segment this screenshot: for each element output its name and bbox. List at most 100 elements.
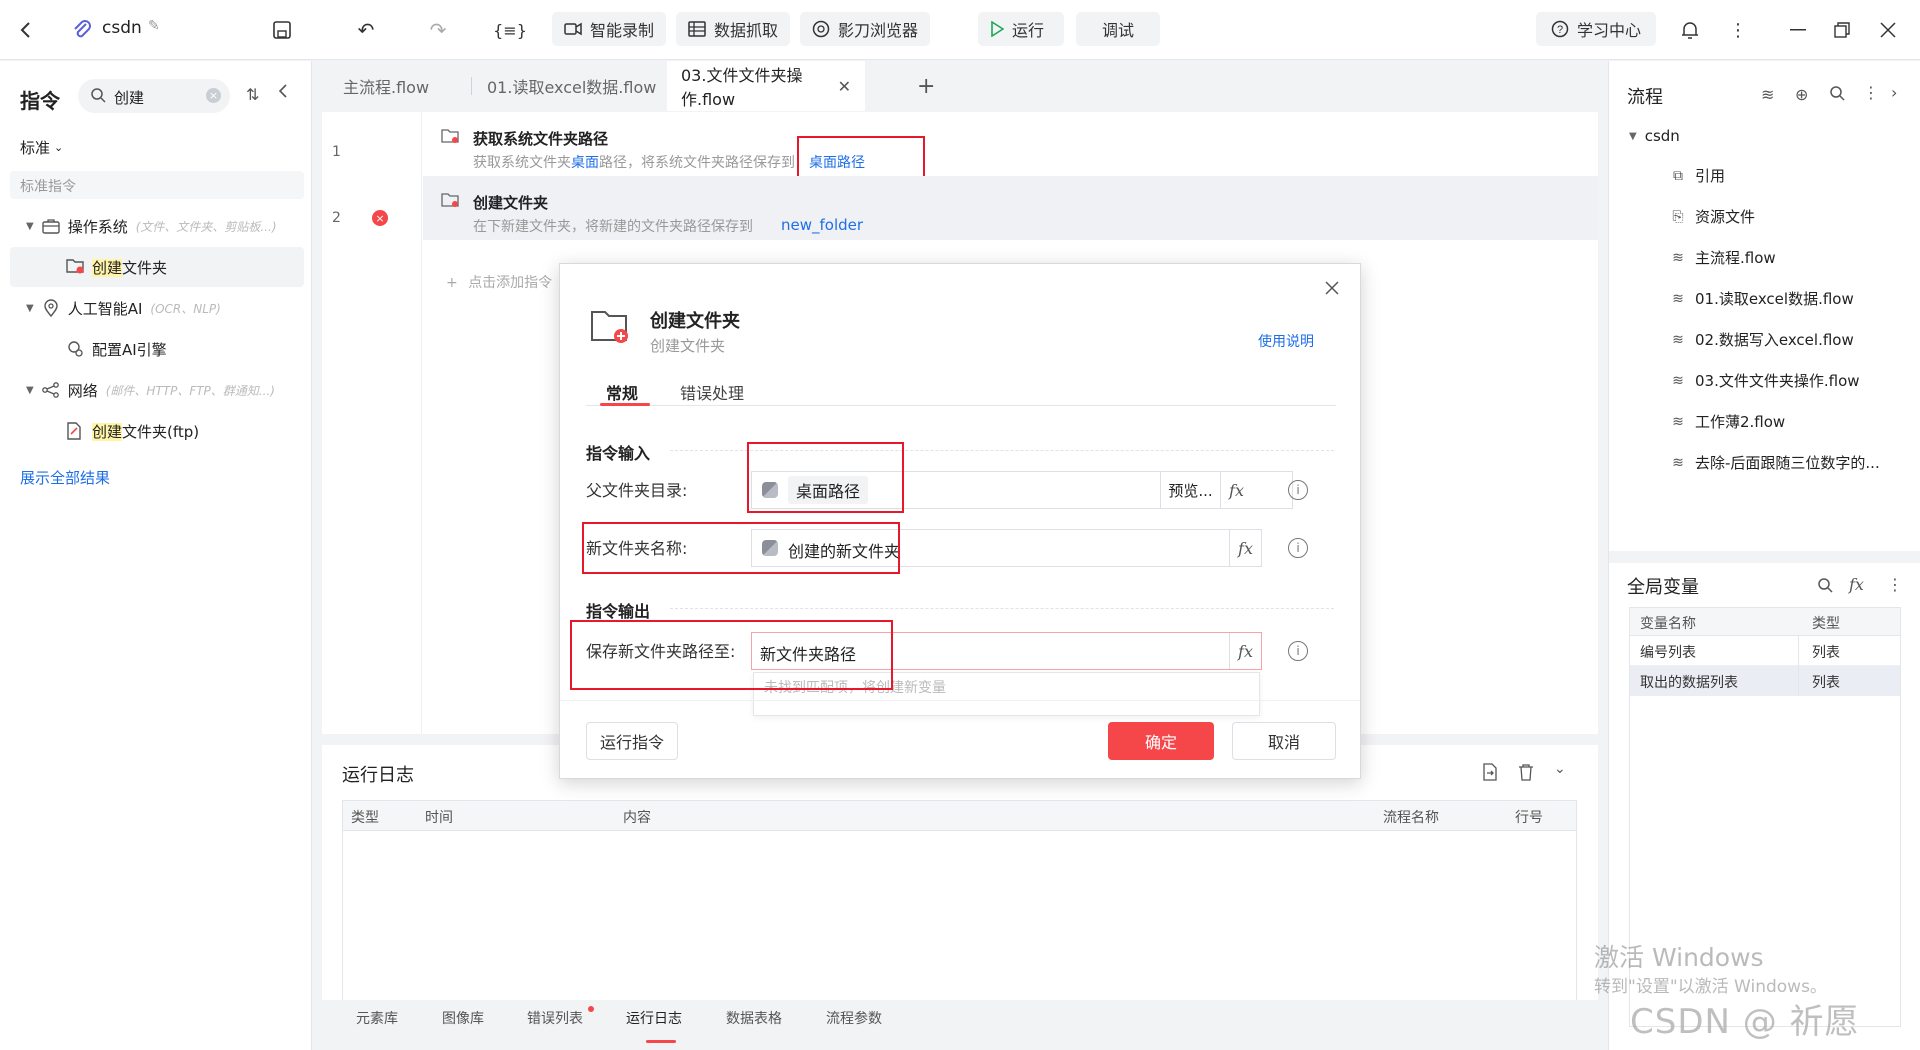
error-badge-icon[interactable]: × xyxy=(372,210,388,226)
tree-item-label: 创建文件夹 xyxy=(92,257,168,278)
save-icon[interactable] xyxy=(268,16,296,44)
bottom-tab-bar: 元素库 图像库 错误列表 运行日志 数据表格 流程参数 xyxy=(322,1000,1598,1050)
top-toolbar: csdn ✎ ↶ ↷ {≡} 智能录制 数据抓取 影刀浏览器 运行 调试 ? 学… xyxy=(0,0,1920,60)
more-vertical-icon[interactable]: ⋮ xyxy=(1887,575,1903,594)
info-icon[interactable]: i xyxy=(1288,538,1308,558)
flow-item-references[interactable]: ⧉ 引用 xyxy=(1669,165,1725,186)
minimize-icon[interactable] xyxy=(1784,16,1812,44)
help-link[interactable]: 使用说明 xyxy=(1258,331,1314,351)
add-instruction-hint[interactable]: + 点击添加指令 xyxy=(446,272,552,292)
show-all-results-link[interactable]: 展示全部结果 xyxy=(20,467,110,488)
flow-item-main[interactable]: ≋ 主流程.flow xyxy=(1669,247,1776,268)
tab-main-flow[interactable]: 主流程.flow xyxy=(343,61,429,111)
tab-data-table[interactable]: 数据表格 xyxy=(726,1008,782,1028)
flow-item-read-excel[interactable]: ≋ 01.读取excel数据.flow xyxy=(1669,288,1854,309)
tree-item-config-ai[interactable]: 配置AI引擎 xyxy=(10,329,304,369)
debug-button[interactable]: 调试 xyxy=(1076,12,1160,46)
collapse-right-icon[interactable]: › xyxy=(1891,83,1897,102)
info-icon[interactable]: i xyxy=(1288,641,1308,661)
data-capture-label: 数据抓取 xyxy=(714,21,779,40)
search-icon xyxy=(90,87,106,107)
export-icon[interactable] xyxy=(1482,763,1498,785)
close-dialog-icon[interactable] xyxy=(1324,280,1340,300)
tab-divider xyxy=(471,77,472,95)
tree-item-create-folder[interactable]: 创建文件夹 xyxy=(10,247,304,287)
variables-icon[interactable]: {≡} xyxy=(493,16,527,44)
data-capture-button[interactable]: 数据抓取 xyxy=(676,12,791,46)
debug-label: 调试 xyxy=(1101,21,1134,40)
info-icon[interactable]: i xyxy=(1288,480,1308,500)
flow-item-remove-digits[interactable]: ≋ 去除-后面跟随三位数字的... xyxy=(1669,452,1880,473)
fx-icon[interactable]: fx xyxy=(1229,530,1261,566)
flow-item-resources[interactable]: ⎘ 资源文件 xyxy=(1669,206,1755,227)
shadow-browser-button[interactable]: 影刀浏览器 xyxy=(800,12,931,46)
highlight-match: 创建 xyxy=(92,259,123,277)
confirm-button[interactable]: 确定 xyxy=(1108,722,1214,760)
tab-error-list[interactable]: 错误列表 xyxy=(527,1008,583,1028)
var-type: 列表 xyxy=(1812,645,1840,661)
annotation-box xyxy=(570,620,893,690)
step-row-selected[interactable]: 创建文件夹 在下新建文件夹，将新建的文件夹路径保存到 new_folder xyxy=(423,176,1598,240)
tree-root[interactable]: ▼ csdn xyxy=(1629,127,1680,145)
restore-icon[interactable] xyxy=(1828,16,1856,44)
edit-name-icon[interactable]: ✎ xyxy=(148,18,160,34)
tab-file-folder-ops[interactable]: 03.文件文件夹操作.flow ✕ xyxy=(667,61,865,111)
more-vertical-icon[interactable]: ⋮ xyxy=(1863,83,1879,102)
sort-icon[interactable]: ⇅ xyxy=(246,85,259,104)
tab-read-excel[interactable]: 01.读取excel数据.flow xyxy=(487,61,656,111)
step-row[interactable]: 获取系统文件夹路径 获取系统文件夹桌面路径，将系统文件夹路径保存到 桌面路径 xyxy=(423,112,1598,176)
tab-image-library[interactable]: 图像库 xyxy=(442,1008,484,1028)
close-tab-icon[interactable]: ✕ xyxy=(838,77,851,96)
tree-category-network[interactable]: ▼ 网络 (邮件、HTTP、FTP、群通知...) xyxy=(26,375,316,405)
bell-icon[interactable] xyxy=(1676,16,1704,44)
preview-button[interactable]: 预览... xyxy=(1160,472,1220,508)
tab-label: 主流程.flow xyxy=(343,78,430,97)
undo-icon[interactable]: ↶ xyxy=(352,16,380,44)
back-icon[interactable] xyxy=(12,16,40,44)
fx-icon[interactable]: fx xyxy=(1849,575,1864,594)
caret-down-icon: ▼ xyxy=(1629,130,1637,142)
step-title: 获取系统文件夹路径 xyxy=(473,130,609,148)
tab-run-log[interactable]: 运行日志 xyxy=(626,1008,682,1028)
tree-item-create-folder-ftp[interactable]: 创建文件夹(ftp) xyxy=(10,411,304,451)
annotation-box xyxy=(582,522,900,574)
tab-error-handling[interactable]: 错误处理 xyxy=(680,380,744,404)
layers-icon: ≋ xyxy=(1672,454,1684,471)
fx-icon[interactable]: fx xyxy=(1220,472,1252,508)
add-flow-icon[interactable]: ⊕ xyxy=(1795,85,1808,104)
trash-icon[interactable] xyxy=(1518,763,1534,785)
add-tab-icon[interactable]: + xyxy=(917,61,935,111)
layers-settings-icon[interactable]: ≋ xyxy=(1761,85,1774,104)
learning-center-button[interactable]: ? 学习中心 xyxy=(1536,12,1656,46)
log-title: 运行日志 xyxy=(342,765,414,786)
flow-item-write-excel[interactable]: ≋ 02.数据写入excel.flow xyxy=(1669,329,1854,350)
globals-row[interactable]: 编号列表 列表 xyxy=(1630,636,1900,666)
tree-category-ai[interactable]: ▼ 人工智能AI (OCR、NLP) xyxy=(26,293,306,323)
flow-item-file-ops[interactable]: ≋ 03.文件文件夹操作.flow xyxy=(1669,370,1859,391)
fx-icon[interactable]: fx xyxy=(1229,633,1261,669)
tab-general[interactable]: 常规 xyxy=(606,380,638,404)
column-header: 时间 xyxy=(425,810,453,826)
collapse-log-icon[interactable]: ⌄ xyxy=(1554,761,1566,777)
search-icon[interactable] xyxy=(1817,577,1833,597)
globals-row-selected[interactable]: 取出的数据列表 列表 xyxy=(1630,666,1900,696)
tree-category-os[interactable]: ▼ 操作系统 (文件、文件夹、剪贴板...) xyxy=(26,211,306,241)
smart-record-button[interactable]: 智能录制 xyxy=(552,12,667,46)
smart-record-label: 智能录制 xyxy=(590,21,655,40)
close-window-icon[interactable] xyxy=(1874,16,1902,44)
flow-item-label: 资源文件 xyxy=(1695,208,1756,226)
cancel-button[interactable]: 取消 xyxy=(1232,722,1336,760)
run-button[interactable]: 运行 xyxy=(978,12,1064,46)
tab-flow-params[interactable]: 流程参数 xyxy=(826,1008,882,1028)
instruction-search-input[interactable]: 创建 × xyxy=(78,79,230,113)
search-icon[interactable] xyxy=(1829,85,1845,105)
clear-search-icon[interactable]: × xyxy=(206,88,221,103)
more-vertical-icon[interactable]: ⋮ xyxy=(1724,16,1752,44)
collapse-left-icon[interactable] xyxy=(278,83,288,103)
flow-item-workbook2[interactable]: ≋ 工作薄2.flow xyxy=(1669,411,1785,432)
ai-engine-icon xyxy=(66,340,84,362)
tab-element-library[interactable]: 元素库 xyxy=(356,1008,398,1028)
filter-dropdown[interactable]: 标准 ⌄ xyxy=(20,137,63,158)
redo-icon[interactable]: ↷ xyxy=(424,16,452,44)
run-instruction-button[interactable]: 运行指令 xyxy=(586,722,678,760)
